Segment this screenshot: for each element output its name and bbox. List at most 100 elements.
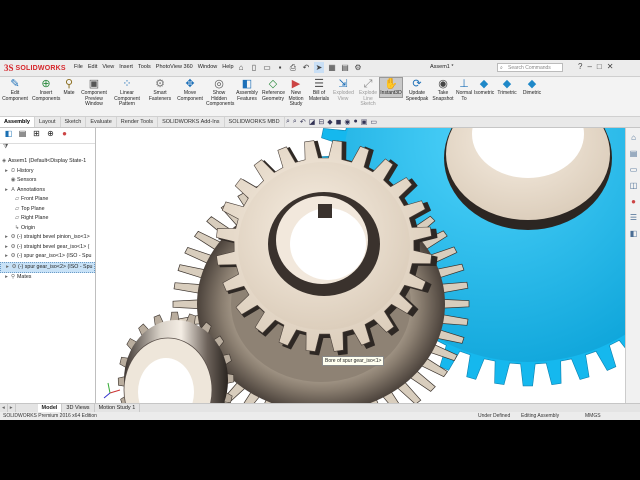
display-style-icon[interactable]: ◼ xyxy=(336,118,342,126)
exploded-view-button[interactable]: ⇲ Exploded View xyxy=(333,78,354,102)
dimetric-button[interactable]: ◆ Dimetric xyxy=(521,78,543,97)
menu-view[interactable]: View xyxy=(102,64,114,70)
camera-button[interactable]: ◉ Take Snapshot xyxy=(432,78,454,102)
design-library-icon[interactable]: ▤ xyxy=(628,148,639,159)
smart-fasteners-button[interactable]: ⚙ Smart Fasteners xyxy=(148,78,172,102)
tree-item-label: Annotations xyxy=(17,186,45,193)
dimxpert-tab-icon[interactable]: ⊕ xyxy=(45,129,56,142)
edit-appearance-icon[interactable]: ● xyxy=(354,118,358,126)
menu-window[interactable]: Window xyxy=(198,64,218,70)
preview-window-button[interactable]: ▣ Component Preview Window xyxy=(80,78,108,108)
solidworks-logo[interactable]: 3S SOLIDWORKS xyxy=(4,62,66,74)
tab-layout[interactable]: Layout xyxy=(35,117,61,127)
filter-icon[interactable]: ⧩ xyxy=(3,144,8,151)
search-commands-input[interactable]: ⌕ Search Commands xyxy=(497,63,563,72)
home-icon[interactable]: ⌂ xyxy=(236,62,246,73)
tree-item[interactable]: ▱ Top Plane xyxy=(0,205,95,215)
view-palette-icon[interactable]: ◫ xyxy=(628,180,639,191)
tree-item[interactable]: ▸ ⚙ (-) straight bevel pinion_iso<1> xyxy=(0,233,95,243)
tab-assembly[interactable]: Assembly xyxy=(0,117,35,127)
close-icon[interactable]: ✕ xyxy=(607,62,614,71)
file-properties-icon[interactable]: ▤ xyxy=(340,62,350,73)
display-manager-tab-icon[interactable]: ● xyxy=(59,129,70,142)
print-icon[interactable]: ⎙ xyxy=(288,62,298,73)
property-manager-tab-icon[interactable]: ▤ xyxy=(17,129,28,142)
solidworks-resources-icon[interactable]: ⌂ xyxy=(628,132,639,143)
tree-item[interactable]: ↳ Origin xyxy=(0,224,95,234)
zoom-to-fit-icon[interactable]: ⌕ xyxy=(286,118,290,126)
tree-item-label: History xyxy=(17,167,34,174)
minimize-icon[interactable]: – xyxy=(587,62,591,71)
move-component-icon: ✥ xyxy=(185,78,195,90)
show-hidden-button[interactable]: ◎ Show Hidden Components xyxy=(206,78,234,108)
open-icon[interactable]: ▭ xyxy=(262,62,272,73)
isometric-button[interactable]: ◆ Isometric xyxy=(474,78,494,97)
custom-properties-icon[interactable]: ☰ xyxy=(628,212,639,223)
menu-insert[interactable]: Insert xyxy=(119,64,133,70)
previous-view-icon[interactable]: ↶ xyxy=(300,118,306,126)
bom-button[interactable]: ☰ Bill of Materials xyxy=(308,78,330,102)
view-settings-icon[interactable]: ▭ xyxy=(370,118,377,126)
tree-item[interactable]: ◉ Sensors xyxy=(0,176,95,186)
assembly-features-button[interactable]: ◧ Assembly Features xyxy=(236,78,258,102)
trimetric-button[interactable]: ◆ Trimetric xyxy=(496,78,518,97)
tree-item[interactable]: ▸ ⚙ (-) spur gear_iso<2> (ISO - Spu xyxy=(0,261,95,273)
menu-edit[interactable]: Edit xyxy=(88,64,97,70)
forum-icon[interactable]: ◧ xyxy=(628,228,639,239)
options-gear-icon[interactable]: ⚙ xyxy=(353,62,363,73)
new-document-icon[interactable]: ▯ xyxy=(249,62,259,73)
tree-item-label: Sensors xyxy=(17,177,37,183)
tree-root-assembly[interactable]: ◈ Assem1 (Default<Display State-1 xyxy=(0,157,95,167)
menu-file[interactable]: File xyxy=(74,64,83,70)
apply-scene-icon[interactable]: ▣ xyxy=(361,118,368,126)
feature-manager-tab-icon[interactable]: ◧ xyxy=(3,129,14,142)
configuration-manager-tab-icon[interactable]: ⊞ xyxy=(31,129,42,142)
hide-show-items-icon[interactable]: ◉ xyxy=(344,118,350,126)
restore-icon[interactable]: □ xyxy=(597,62,602,71)
tree-item-label: Right Plane xyxy=(21,215,49,221)
tree-item[interactable]: ▸ A Annotations xyxy=(0,186,95,196)
menu-tools[interactable]: Tools xyxy=(138,64,151,70)
motion-study-button[interactable]: ▶ New Motion Study xyxy=(286,78,306,108)
tree-item[interactable]: ▱ Right Plane xyxy=(0,214,95,224)
tree-item[interactable]: ▸ ⏲ History xyxy=(0,167,95,177)
view-orientation-icon[interactable]: ◆ xyxy=(327,118,332,126)
tree-item[interactable]: ▸ ⚙ (-) spur gear_iso<1> (ISO - Spu xyxy=(0,252,95,262)
spur-bore xyxy=(290,208,366,280)
tree-item[interactable]: ▸ ⚙ (-) straight bevel gear_iso<1> ( xyxy=(0,243,95,253)
zoom-to-area-icon[interactable]: ⌕ xyxy=(293,118,297,126)
menu-photoview-360[interactable]: PhotoView 360 xyxy=(156,64,193,70)
feature-manager-panel: ◧ ▤ ⊞ ⊕ ● ⧩ ◈ Assem1 (Default<Display Sta… xyxy=(0,128,96,403)
mate-button[interactable]: ⚲ Mate xyxy=(62,78,76,97)
normal-to-button[interactable]: ⊥ Normal To xyxy=(456,78,472,102)
insert-components-button[interactable]: ⊕ Insert Components xyxy=(32,78,60,102)
tab-sketch[interactable]: Sketch xyxy=(61,117,87,127)
tab-evaluate[interactable]: Evaluate xyxy=(86,117,117,127)
rebuild-icon[interactable]: ▦ xyxy=(327,62,337,73)
undo-icon[interactable]: ↶ xyxy=(301,62,311,73)
linear-pattern-button[interactable]: ⁘ Linear Component Pattern xyxy=(108,78,146,108)
instant3d-button[interactable]: ✋ Instant3D xyxy=(379,77,403,98)
help-icon[interactable]: ? xyxy=(578,62,582,71)
save-icon[interactable]: ▪ xyxy=(275,62,285,73)
edit-component-button[interactable]: ✎ Edit Component xyxy=(2,78,28,102)
file-explorer-icon[interactable]: ▭ xyxy=(628,164,639,175)
dynamic-annotation-icon[interactable]: ⊟ xyxy=(318,118,324,126)
tree-item[interactable]: ▸ ⚲ Mates xyxy=(0,273,95,283)
ribbon-button-label: Dimetric xyxy=(522,90,542,96)
select-pointer-icon[interactable]: ➤ xyxy=(314,62,324,73)
tab-render-tools[interactable]: Render Tools xyxy=(117,117,159,127)
reference-geometry-button[interactable]: ◇ Reference Geometry xyxy=(262,78,285,102)
section-view-icon[interactable]: ◪ xyxy=(309,118,316,126)
tree-item[interactable]: ▱ Front Plane xyxy=(0,195,95,205)
tab-solidworks-add-ins[interactable]: SOLIDWORKS Add-Ins xyxy=(158,117,225,127)
units-status[interactable]: MMGS xyxy=(585,412,601,420)
explode-line-button[interactable]: ⤢ Explode Line Sketch xyxy=(357,78,379,108)
speedpak-button[interactable]: ⟳ Update Speedpak xyxy=(405,78,429,102)
status-bar: SOLIDWORKS Premium 2016 x64 Edition Unde… xyxy=(0,412,640,420)
appearances-icon[interactable]: ● xyxy=(628,196,639,207)
move-component-button[interactable]: ✥ Move Component xyxy=(176,78,204,102)
menu-help[interactable]: Help xyxy=(222,64,233,70)
graphics-area[interactable]: Bore of spur gear_iso<1> xyxy=(96,128,626,403)
tab-solidworks-mbd[interactable]: SOLIDWORKS MBD xyxy=(225,117,285,127)
